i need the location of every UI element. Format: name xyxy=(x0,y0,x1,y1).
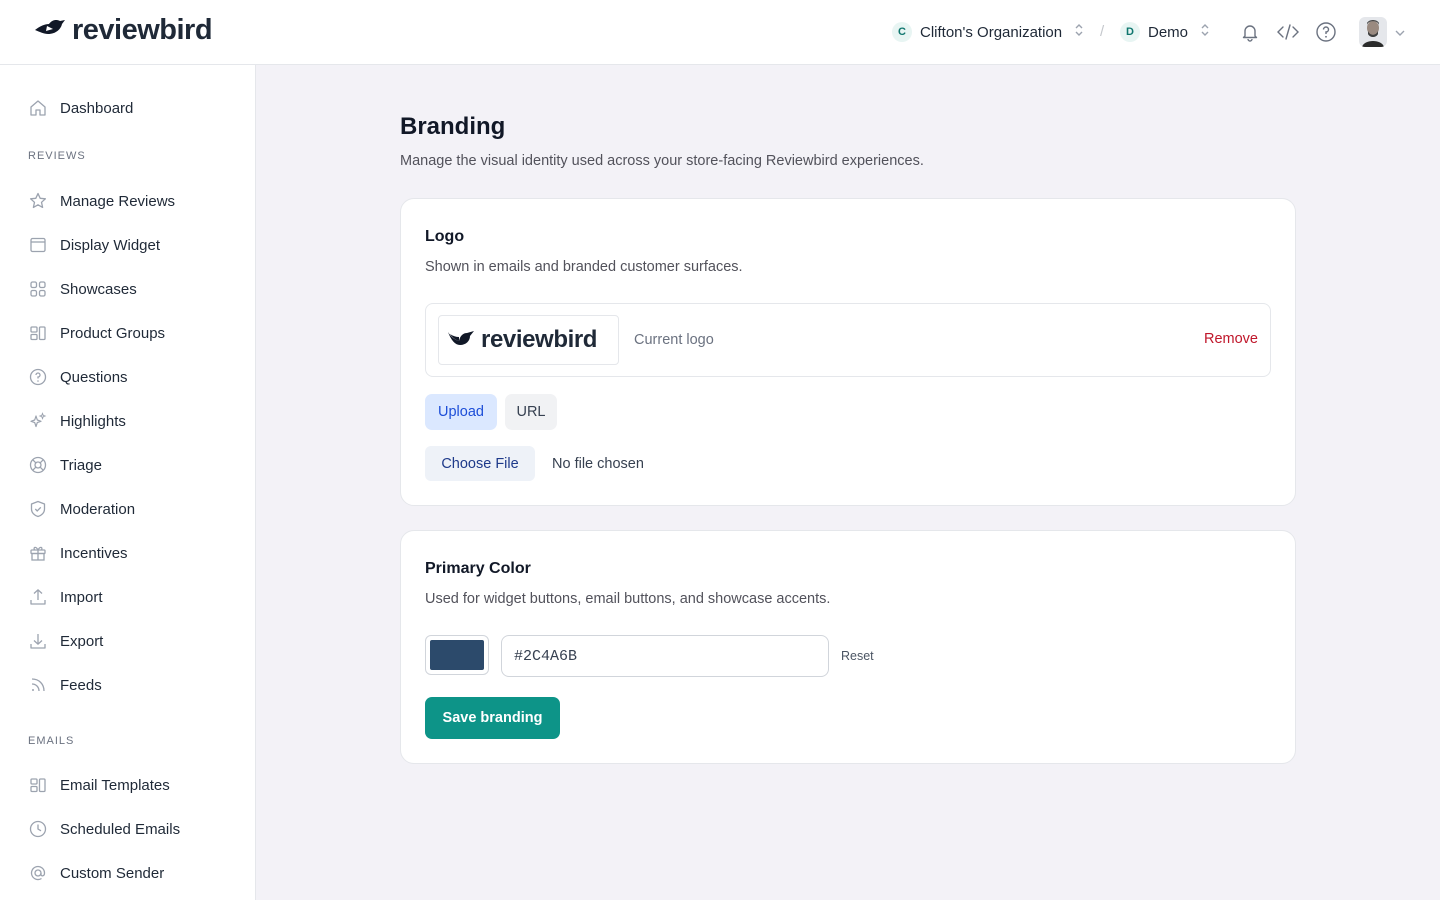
bird-icon xyxy=(34,17,66,44)
sidebar-item-custom-sender[interactable]: Custom Sender xyxy=(28,861,164,885)
chevron-up-down-icon xyxy=(1200,23,1210,42)
sidebar-item-label: Manage Reviews xyxy=(60,192,176,210)
template-icon xyxy=(28,775,48,795)
gift-icon xyxy=(28,543,48,563)
sparkles-icon xyxy=(28,411,48,431)
chevron-up-down-icon xyxy=(1074,23,1084,42)
grid-icon xyxy=(28,279,48,299)
sidebar-item-label: Feeds xyxy=(60,676,102,694)
question-icon xyxy=(28,367,48,387)
page-subtitle: Manage the visual identity used across y… xyxy=(400,153,924,169)
color-swatch-picker[interactable] xyxy=(425,635,489,675)
sidebar-item-highlights[interactable]: Highlights xyxy=(28,409,126,433)
brand-name: reviewbird xyxy=(72,14,213,46)
page-title: Branding xyxy=(400,113,506,140)
sidebar-item-moderation[interactable]: Moderation xyxy=(28,497,135,521)
code-icon[interactable] xyxy=(1276,20,1300,44)
sidebar-item-label: Scheduled Emails xyxy=(60,820,181,838)
sidebar-item-questions[interactable]: Questions xyxy=(28,365,128,389)
sidebar-item-label: Moderation xyxy=(60,500,136,518)
org-badge: C xyxy=(892,22,912,42)
avatar[interactable] xyxy=(1359,17,1387,47)
save-branding-button[interactable]: Save branding xyxy=(425,697,560,739)
sidebar-item-label: Questions xyxy=(60,368,128,386)
primary-color-card: Primary Color Used for widget buttons, e… xyxy=(400,530,1296,764)
logo-thumbnail: reviewbird xyxy=(438,315,619,365)
logo-card-description: Shown in emails and branded customer sur… xyxy=(425,259,743,275)
sidebar-item-label: Custom Sender xyxy=(60,864,165,882)
sidebar-item-label: Email Templates xyxy=(60,776,170,794)
clock-icon xyxy=(28,819,48,839)
primary-color-title: Primary Color xyxy=(425,560,531,577)
sidebar-item-label: Display Widget xyxy=(60,236,161,254)
sidebar-section-emails: EMAILS xyxy=(28,735,75,747)
org-name: Clifton's Organization xyxy=(920,23,1063,41)
bird-icon xyxy=(447,328,475,353)
project-badge: D xyxy=(1120,22,1140,42)
color-swatch xyxy=(430,640,484,670)
choose-file-button[interactable]: Choose File xyxy=(425,446,535,481)
home-icon xyxy=(28,98,48,118)
bell-icon[interactable] xyxy=(1238,20,1262,44)
download-icon xyxy=(28,631,48,651)
chevron-down-icon[interactable] xyxy=(1394,26,1406,44)
sidebar-item-label: Incentives xyxy=(60,544,128,562)
remove-logo-button[interactable]: Remove xyxy=(1204,331,1258,347)
rss-icon xyxy=(28,675,48,695)
sidebar: Dashboard REVIEWS Manage Reviews Display… xyxy=(0,65,256,900)
sidebar-item-scheduled-emails[interactable]: Scheduled Emails xyxy=(28,817,180,841)
sidebar-item-label: Import xyxy=(60,588,103,606)
sidebar-item-export[interactable]: Export xyxy=(28,629,103,653)
sidebar-item-incentives[interactable]: Incentives xyxy=(28,541,128,565)
org-switcher[interactable]: C Clifton's Organization xyxy=(892,20,1084,44)
primary-color-description: Used for widget buttons, email buttons, … xyxy=(425,591,831,607)
file-status: No file chosen xyxy=(552,455,644,472)
sidebar-item-feeds[interactable]: Feeds xyxy=(28,673,102,697)
sidebar-item-triage[interactable]: Triage xyxy=(28,453,102,477)
shield-icon xyxy=(28,499,48,519)
logo-card-title: Logo xyxy=(425,228,465,245)
hex-color-input[interactable] xyxy=(501,635,829,677)
project-switcher[interactable]: D Demo xyxy=(1120,20,1210,44)
tab-upload[interactable]: Upload xyxy=(425,394,497,430)
sidebar-item-label: Export xyxy=(60,632,104,650)
logo-card: Logo Shown in emails and branded custome… xyxy=(400,198,1296,506)
lifebuoy-icon xyxy=(28,455,48,475)
file-input: Choose File No file chosen xyxy=(425,446,644,481)
reset-color-button[interactable]: Reset xyxy=(841,649,874,663)
sidebar-item-manage-reviews[interactable]: Manage Reviews xyxy=(28,189,175,213)
star-icon xyxy=(28,191,48,211)
sidebar-item-label: Showcases xyxy=(60,280,137,298)
groups-icon xyxy=(28,323,48,343)
project-name: Demo xyxy=(1148,23,1189,41)
breadcrumb-separator: / xyxy=(1100,23,1105,40)
sidebar-item-import[interactable]: Import xyxy=(28,585,103,609)
sidebar-item-label: Product Groups xyxy=(60,324,166,342)
brand-logo[interactable]: reviewbird xyxy=(34,14,213,47)
at-icon xyxy=(28,863,48,883)
sidebar-item-label: Dashboard xyxy=(60,99,134,117)
sidebar-item-label: Highlights xyxy=(60,412,126,430)
sidebar-item-display-widget[interactable]: Display Widget xyxy=(28,233,160,257)
help-icon[interactable] xyxy=(1314,20,1338,44)
sidebar-item-showcases[interactable]: Showcases xyxy=(28,277,137,301)
window-icon xyxy=(28,235,48,255)
sidebar-item-product-groups[interactable]: Product Groups xyxy=(28,321,165,345)
sidebar-item-label: Triage xyxy=(60,456,102,474)
upload-icon xyxy=(28,587,48,607)
current-logo-label: Current logo xyxy=(634,332,714,348)
sidebar-item-email-templates[interactable]: Email Templates xyxy=(28,773,170,797)
sidebar-item-dashboard[interactable]: Dashboard xyxy=(28,96,133,120)
logo-thumbnail-text: reviewbird xyxy=(481,326,598,353)
tab-url[interactable]: URL xyxy=(505,394,557,430)
top-bar: reviewbird C Clifton's Organization / D … xyxy=(0,0,1440,65)
current-logo-box: reviewbird Current logo Remove xyxy=(425,303,1271,377)
sidebar-section-reviews: REVIEWS xyxy=(28,150,86,162)
